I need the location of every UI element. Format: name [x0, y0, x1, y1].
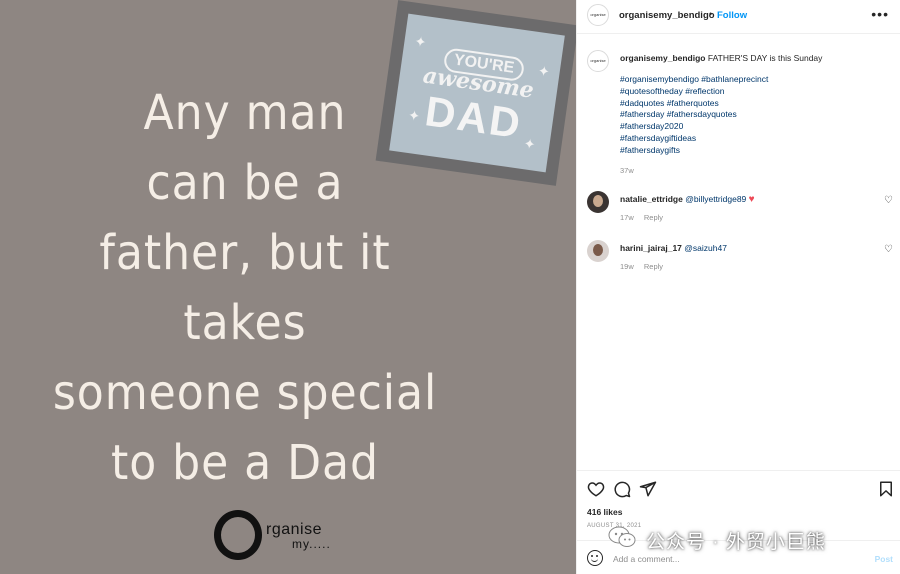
- avatar[interactable]: organise my: [587, 4, 609, 26]
- quote-line: someone special: [52, 365, 438, 421]
- share-send-icon[interactable]: [639, 480, 657, 498]
- red-heart-icon: ♥: [748, 194, 755, 205]
- comment-time: 17w: [620, 213, 634, 222]
- logo-sub: my.....: [292, 537, 331, 551]
- watermark: 公众号 · 外贸小巨熊: [608, 522, 888, 556]
- reply-button[interactable]: Reply: [644, 213, 663, 222]
- comment-text: harini_jairaj_17 @saizuh47: [620, 243, 727, 253]
- caption-timestamp: 37w: [620, 166, 634, 175]
- post-sidebar: organise my organisemy_bendigo • Follow …: [576, 0, 900, 574]
- more-options-icon[interactable]: •••: [871, 6, 889, 22]
- commenter-avatar[interactable]: [587, 191, 609, 213]
- hashtag-line[interactable]: #dadquotes #fatherquotes: [620, 98, 880, 110]
- hashtag-line[interactable]: #fathersday #fathersdayquotes: [620, 109, 880, 121]
- comment-like-heart-icon[interactable]: ♡: [884, 195, 893, 206]
- hashtag-line[interactable]: #organisemybendigo #bathlaneprecinct: [620, 74, 880, 86]
- sparkle-icon: ✦: [413, 32, 428, 51]
- like-heart-icon[interactable]: [587, 480, 605, 498]
- comment-meta: 17w Reply: [620, 213, 671, 222]
- post-image[interactable]: Any man can be a father, but it takes so…: [0, 0, 576, 574]
- hashtag-line[interactable]: #fathersdaygiftideas: [620, 133, 880, 145]
- comment-item: harini_jairaj_17 @saizuh47 19w Reply ♡: [577, 240, 900, 280]
- logo-ring-icon: [214, 510, 262, 560]
- quote-line: father, but it: [99, 225, 391, 281]
- hashtag-list: #organisemybendigo #bathlaneprecinct #qu…: [620, 74, 880, 157]
- caption: organisemy_bendigo FATHER'S DAY is this …: [620, 52, 880, 64]
- hashtag-line[interactable]: #quotesoftheday #reflection: [620, 86, 880, 98]
- emoji-smiley-icon[interactable]: [587, 550, 603, 566]
- post-header: organise my organisemy_bendigo • Follow …: [577, 0, 900, 34]
- separator-dot: •: [709, 9, 713, 19]
- quote-line: takes: [183, 295, 307, 351]
- avatar-face: [593, 244, 603, 256]
- quote-line: to be a Dad: [111, 435, 379, 491]
- comment-mention[interactable]: @saizuh47: [684, 243, 727, 253]
- follow-button[interactable]: Follow: [717, 10, 747, 21]
- bookmark-icon[interactable]: [877, 480, 895, 498]
- avatar-face: [593, 195, 603, 207]
- comment-like-heart-icon[interactable]: ♡: [884, 244, 893, 255]
- awesome-dad-card: ✦ ✦ ✦ ✦ YOU'RE awesome DAD: [375, 0, 576, 186]
- caption-text: FATHER'S DAY is this Sunday: [707, 53, 823, 63]
- header-username[interactable]: organisemy_bendigo: [619, 10, 715, 21]
- hashtag-line[interactable]: #fathersday2020: [620, 121, 880, 133]
- organise-my-logo: rganise my.....: [214, 508, 344, 562]
- comment-username[interactable]: harini_jairaj_17: [620, 243, 682, 253]
- watermark-text: 公众号 · 外贸小巨熊: [646, 532, 826, 553]
- comment-mention[interactable]: @billyettridge89: [685, 194, 746, 204]
- comment-item: natalie_ettridge @billyettridge89 ♥ 17w …: [577, 191, 900, 231]
- comment-bubble-icon[interactable]: [613, 480, 631, 498]
- comment-text: natalie_ettridge @billyettridge89 ♥: [620, 194, 755, 205]
- action-bar: [577, 470, 900, 504]
- commenter-avatar[interactable]: [587, 240, 609, 262]
- caption-username[interactable]: organisemy_bendigo: [620, 53, 706, 63]
- comment-time: 19w: [620, 262, 634, 271]
- hashtag-line[interactable]: #fathersdaygifts: [620, 145, 880, 157]
- wechat-icon: [608, 526, 636, 547]
- likes-count[interactable]: 416 likes: [587, 507, 622, 517]
- comment-meta: 19w Reply: [620, 262, 671, 271]
- reply-button[interactable]: Reply: [644, 262, 663, 271]
- comment-username[interactable]: natalie_ettridge: [620, 194, 683, 204]
- caption-avatar[interactable]: organise my: [587, 50, 609, 72]
